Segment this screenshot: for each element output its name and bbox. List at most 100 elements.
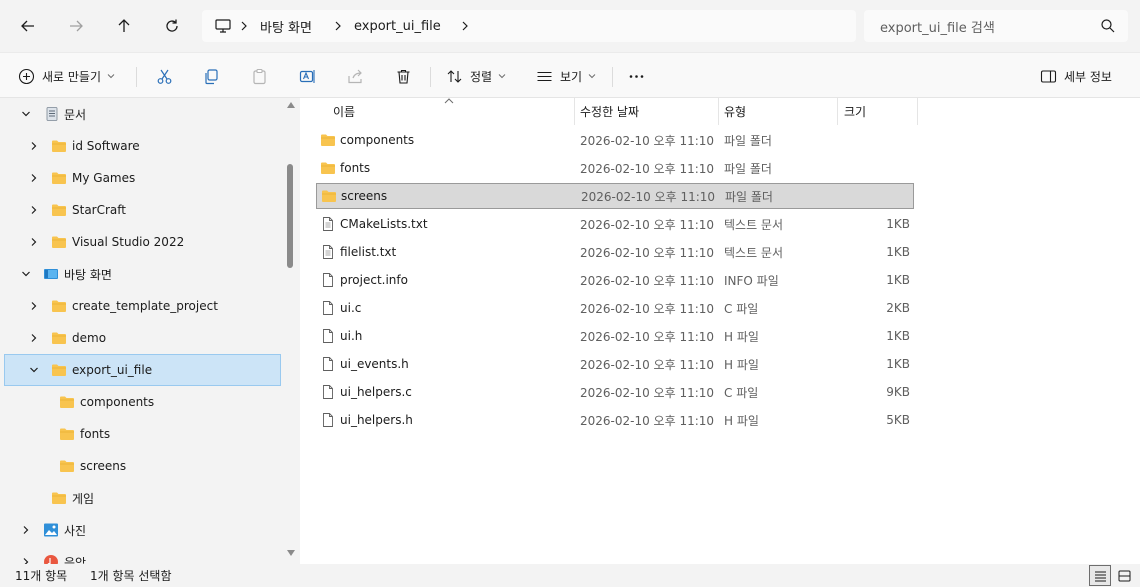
chevron-right-icon[interactable] bbox=[20, 524, 32, 536]
nav-item-my-games[interactable]: My Games bbox=[0, 162, 284, 194]
cut-button[interactable] bbox=[156, 61, 173, 91]
sort-button[interactable]: 정렬 bbox=[446, 61, 506, 91]
nav-item-label: My Games bbox=[72, 171, 136, 185]
file-name: ui_helpers.h bbox=[340, 413, 413, 427]
breadcrumb-current-folder[interactable]: export_ui_file bbox=[350, 19, 445, 34]
up-button[interactable] bbox=[108, 10, 140, 42]
back-button[interactable] bbox=[12, 10, 44, 42]
folder-icon bbox=[59, 426, 75, 442]
chevron-right-icon[interactable] bbox=[28, 140, 40, 152]
file-icon bbox=[320, 384, 336, 400]
chevron-right-icon[interactable] bbox=[28, 300, 40, 312]
column-header-type[interactable]: 유형 bbox=[724, 98, 746, 125]
nav-item-id-software[interactable]: id Software bbox=[0, 130, 284, 162]
chevron-right-icon[interactable] bbox=[453, 21, 477, 31]
file-name: ui.h bbox=[340, 329, 363, 343]
column-header-name[interactable]: 이름 bbox=[333, 98, 355, 125]
arrow-left-icon bbox=[21, 20, 34, 32]
file-row[interactable]: screens 2026-02-10 오후 11:10 파일 폴더 bbox=[316, 183, 914, 209]
paste-button[interactable] bbox=[251, 61, 268, 91]
file-row[interactable]: fonts 2026-02-10 오후 11:10 파일 폴더 bbox=[316, 155, 914, 181]
share-button[interactable] bbox=[347, 61, 364, 91]
chevron-right-icon[interactable] bbox=[28, 236, 40, 248]
chevron-right-icon[interactable] bbox=[28, 172, 40, 184]
file-row[interactable]: components 2026-02-10 오후 11:10 파일 폴더 bbox=[316, 127, 914, 153]
chevron-right-icon[interactable] bbox=[326, 21, 350, 31]
refresh-button[interactable] bbox=[156, 10, 188, 42]
delete-button[interactable] bbox=[395, 61, 412, 91]
column-header-size[interactable]: 크기 bbox=[844, 98, 866, 125]
file-row[interactable]: project.info 2026-02-10 오후 11:10 INFO 파일 1K… bbox=[316, 267, 914, 293]
chevron-right-icon[interactable] bbox=[232, 21, 256, 31]
command-bar: 새로 만들기 정렬 보기 세부 정보 bbox=[0, 52, 1140, 98]
nav-item-fonts[interactable]: fonts bbox=[0, 418, 284, 450]
nav-item-demo[interactable]: demo bbox=[0, 322, 284, 354]
chevron-down-icon bbox=[498, 74, 506, 79]
forward-button[interactable] bbox=[60, 10, 92, 42]
file-modified: 2026-02-10 오후 11:10 bbox=[580, 133, 715, 148]
chevron-right-icon[interactable] bbox=[20, 556, 32, 564]
sort-ascending-icon bbox=[444, 98, 454, 104]
nav-item-components[interactable]: components bbox=[0, 386, 284, 418]
rename-icon bbox=[299, 69, 315, 83]
chevron-right-icon[interactable] bbox=[28, 204, 40, 216]
column-divider[interactable] bbox=[718, 98, 719, 125]
file-name: components bbox=[340, 133, 415, 147]
scroll-up-arrow-icon[interactable] bbox=[287, 102, 295, 108]
chevron-down-icon[interactable] bbox=[20, 268, 32, 280]
nav-item-pictures[interactable]: 사진 bbox=[0, 514, 284, 546]
details-pane-button[interactable]: 세부 정보 bbox=[1040, 61, 1112, 91]
chevron-down-icon[interactable] bbox=[28, 364, 40, 376]
nav-item-starcraft[interactable]: StarCraft bbox=[0, 194, 284, 226]
refresh-icon bbox=[166, 19, 178, 32]
details-view-icon bbox=[1094, 571, 1106, 581]
column-divider[interactable] bbox=[837, 98, 838, 125]
file-row[interactable]: CMakeLists.txt 2026-02-10 오후 11:10 텍스트 문서 1… bbox=[316, 211, 914, 237]
breadcrumb-desktop[interactable]: 바탕 화면 bbox=[256, 17, 316, 36]
nav-item-desktop[interactable]: 바탕 화면 bbox=[0, 258, 284, 290]
nav-item-visual-studio-2022[interactable]: Visual Studio 2022 bbox=[0, 226, 284, 258]
nav-scrollbar-thumb[interactable] bbox=[287, 164, 293, 268]
chevron-right-icon[interactable] bbox=[28, 332, 40, 344]
file-row[interactable]: ui_helpers.h 2026-02-10 오후 11:10 H 파일 5KB bbox=[316, 407, 914, 433]
file-row[interactable]: ui_helpers.c 2026-02-10 오후 11:10 C 파일 9KB bbox=[316, 379, 914, 405]
nav-item-documents[interactable]: 문서 bbox=[0, 98, 284, 130]
chevron-down-icon[interactable] bbox=[20, 108, 32, 120]
nav-item-export-ui-file[interactable]: export_ui_file bbox=[4, 354, 281, 386]
computer-icon bbox=[214, 17, 232, 35]
copy-button[interactable] bbox=[203, 61, 220, 91]
file-name: ui_helpers.c bbox=[340, 385, 412, 399]
nav-item-music[interactable]: 음악 bbox=[0, 546, 284, 564]
column-divider[interactable] bbox=[917, 98, 918, 125]
column-header-modified[interactable]: 수정한 날짜 bbox=[580, 98, 639, 125]
nav-item-screens[interactable]: screens bbox=[0, 450, 284, 482]
scroll-down-arrow-icon[interactable] bbox=[287, 550, 295, 556]
column-divider[interactable] bbox=[574, 98, 575, 125]
view-button[interactable]: 보기 bbox=[536, 61, 596, 91]
file-row[interactable]: filelist.txt 2026-02-10 오후 11:10 텍스트 문서 1KB bbox=[316, 239, 914, 265]
folder-icon bbox=[51, 298, 67, 314]
file-name: fonts bbox=[340, 161, 371, 175]
file-modified: 2026-02-10 오후 11:10 bbox=[580, 413, 715, 428]
nav-item-label: fonts bbox=[80, 427, 111, 441]
file-type: 파일 폴더 bbox=[725, 189, 773, 204]
chevron-down-icon bbox=[107, 74, 115, 79]
details-view-button[interactable] bbox=[1089, 565, 1111, 586]
search-placeholder: export_ui_file 검색 bbox=[880, 20, 995, 36]
nav-item-create-template-project[interactable]: create_template_project bbox=[0, 290, 284, 322]
address-bar[interactable]: 바탕 화면 export_ui_file bbox=[202, 10, 856, 42]
share-icon bbox=[348, 69, 362, 83]
file-row[interactable]: ui.c 2026-02-10 오후 11:10 C 파일 2KB bbox=[316, 295, 914, 321]
file-modified: 2026-02-10 오후 11:10 bbox=[580, 217, 715, 232]
file-row[interactable]: ui.h 2026-02-10 오후 11:10 H 파일 1KB bbox=[316, 323, 914, 349]
arrow-right-icon bbox=[70, 20, 83, 32]
new-label: 새로 만들기 bbox=[42, 69, 102, 84]
folder-icon bbox=[51, 170, 67, 186]
search-input[interactable]: export_ui_file 검색 bbox=[864, 10, 1128, 42]
new-button[interactable]: 새로 만들기 bbox=[18, 61, 115, 91]
tiles-view-button[interactable] bbox=[1113, 565, 1135, 586]
nav-item-games[interactable]: 게임 bbox=[0, 482, 284, 514]
more-options-button[interactable] bbox=[628, 61, 645, 91]
rename-button[interactable] bbox=[299, 61, 316, 91]
file-row[interactable]: ui_events.h 2026-02-10 오후 11:10 H 파일 1KB bbox=[316, 351, 914, 377]
